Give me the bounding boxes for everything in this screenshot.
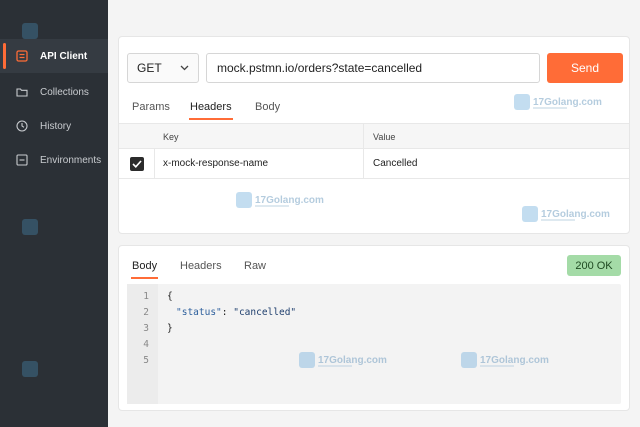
header-key-cell[interactable]: x-mock-response-name: [163, 158, 268, 169]
watermark: 17Golang.com: [461, 352, 549, 368]
chevron-down-icon: [180, 65, 189, 71]
request-panel: GET mock.pstmn.io/orders?state=cancelled…: [118, 36, 630, 234]
code-line: }: [167, 323, 173, 334]
watermark: 17Golang.com: [236, 192, 324, 208]
watermark-logo-icon: [22, 219, 38, 235]
method-select[interactable]: GET: [127, 53, 199, 83]
tab-response-body[interactable]: Body: [130, 260, 159, 279]
check-icon: [132, 160, 142, 168]
sidebar-item-collections[interactable]: Collections: [0, 75, 108, 109]
line-number: 1: [143, 291, 149, 302]
line-number: 2: [143, 307, 149, 318]
folder-icon: [16, 88, 28, 97]
column-header-value: Value: [373, 132, 396, 142]
line-number: 3: [143, 323, 149, 334]
watermark-text: 17Golang.com: [255, 194, 324, 206]
sidebar-item-label: Collections: [40, 86, 89, 98]
status-badge: 200 OK: [567, 255, 621, 276]
url-value: mock.pstmn.io/orders?state=cancelled: [217, 61, 423, 75]
watermark-logo-icon: [22, 23, 38, 39]
tab-params[interactable]: Params: [132, 101, 170, 113]
headers-table-header: Key Value: [119, 123, 629, 149]
watermark: 17Golang.com: [522, 206, 610, 222]
watermark-text: 17Golang.com: [480, 354, 549, 366]
code-line: {: [167, 291, 173, 302]
watermark-logo-icon: [22, 361, 38, 377]
grid-icon: [16, 50, 28, 62]
code-line: "status": "cancelled": [176, 307, 296, 318]
table-row: x-mock-response-name Cancelled: [119, 149, 629, 179]
json-separator: :: [221, 307, 234, 318]
clock-icon: [16, 120, 28, 132]
sidebar-item-label: History: [40, 120, 72, 132]
watermark: 17Golang.com: [514, 94, 602, 110]
tab-headers[interactable]: Headers: [189, 101, 233, 120]
tab-body[interactable]: Body: [255, 101, 280, 113]
line-number: 4: [143, 339, 149, 350]
tab-response-raw[interactable]: Raw: [244, 260, 266, 272]
response-body-viewer[interactable]: 1 2 3 4 5 { "status": "cancelled" } 17Go…: [127, 284, 621, 404]
json-key: "status": [176, 307, 222, 318]
row-enabled-checkbox[interactable]: [130, 157, 144, 171]
watermark-text: 17Golang.com: [533, 96, 602, 108]
watermark-logo-icon: [299, 352, 315, 368]
column-header-key: Key: [163, 132, 179, 142]
sidebar-item-label: Environments: [40, 154, 102, 166]
watermark-logo-icon: [461, 352, 477, 368]
watermark-text: 17Golang.com: [318, 354, 387, 366]
watermark-text: 17Golang.com: [541, 208, 610, 220]
watermark: 17Golang.com: [299, 352, 387, 368]
response-panel: Body Headers Raw 200 OK 1 2 3 4 5 { "sta…: [118, 245, 630, 411]
sidebar-item-environments[interactable]: Environments: [0, 143, 108, 177]
watermark-logo-icon: [236, 192, 252, 208]
watermark-logo-icon: [522, 206, 538, 222]
environments-icon: [16, 154, 28, 166]
line-number-gutter: 1 2 3 4 5: [127, 284, 158, 404]
sidebar-item-api-client[interactable]: API Client: [0, 39, 108, 73]
watermark-logo-icon: [514, 94, 530, 110]
sidebar-item-label: API Client: [40, 50, 88, 62]
sidebar: API Client Collections History Environme…: [0, 0, 108, 427]
tab-response-headers[interactable]: Headers: [180, 260, 222, 272]
method-value: GET: [137, 61, 162, 75]
header-value-cell[interactable]: Cancelled: [373, 158, 417, 169]
sidebar-item-history[interactable]: History: [0, 109, 108, 143]
line-number: 5: [143, 355, 149, 366]
send-button[interactable]: Send: [547, 53, 623, 83]
json-value: "cancelled": [233, 307, 297, 318]
url-input[interactable]: mock.pstmn.io/orders?state=cancelled: [206, 53, 540, 83]
